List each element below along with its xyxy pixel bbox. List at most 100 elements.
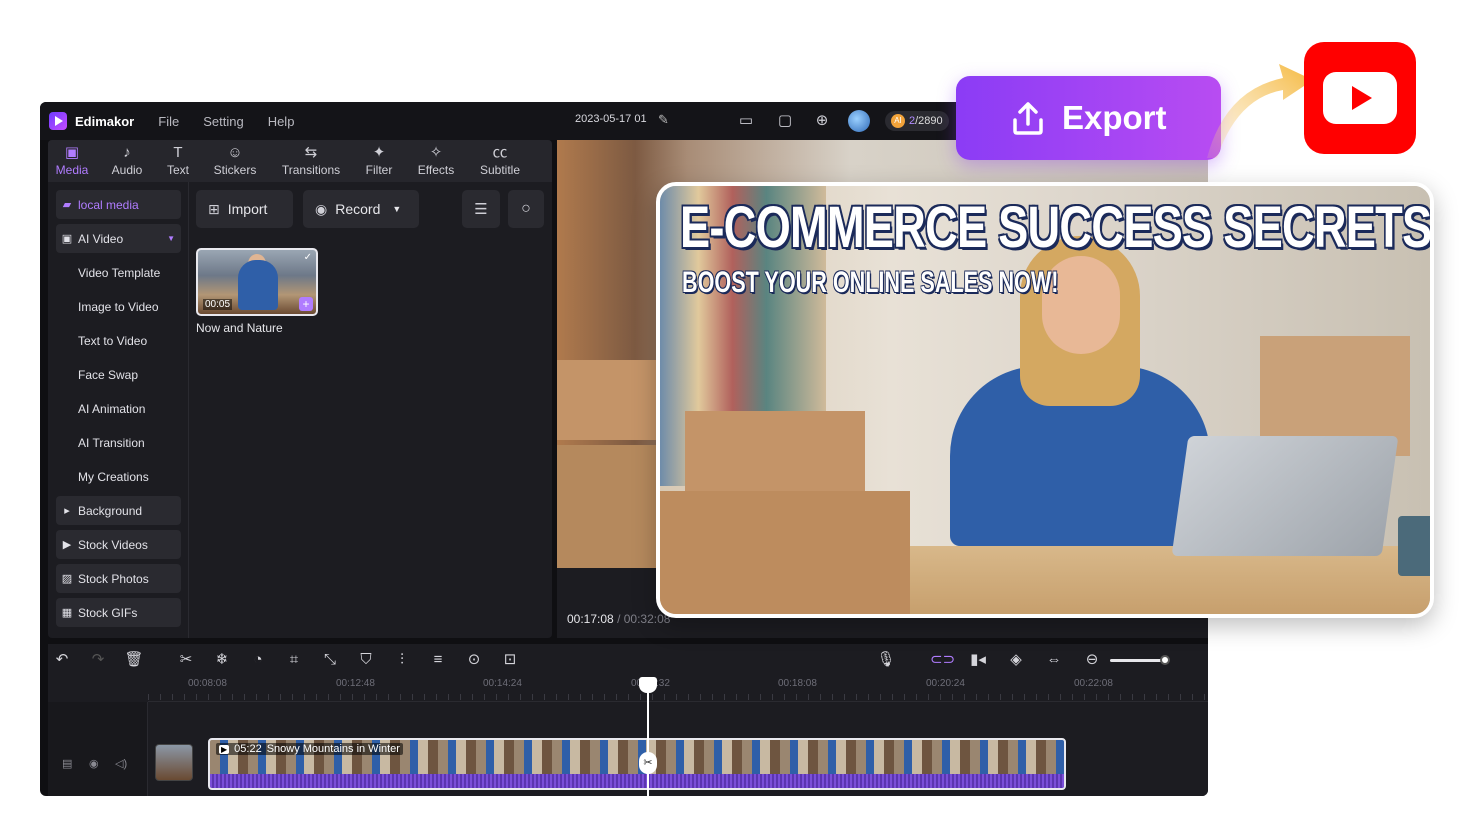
record-icon: ◉: [315, 200, 328, 217]
timeline-ruler[interactable]: [148, 676, 1208, 702]
mirror-icon[interactable]: ⫶: [392, 650, 412, 670]
sidebar-item-stock-gifs[interactable]: ▦ Stock GIFs: [56, 598, 181, 627]
clip-label: ▶ 05:22 Snowy Mountains in Winter: [216, 743, 403, 755]
project-name: 2023-05-17 01: [575, 113, 647, 125]
check-icon: ✓: [303, 252, 312, 263]
tab-label: Text: [166, 163, 189, 177]
text-to-speech-icon[interactable]: ⊡: [500, 650, 520, 670]
visibility-icon[interactable]: ◉: [89, 757, 99, 770]
avatar[interactable]: [848, 110, 870, 132]
sidebar-item-image-to-video[interactable]: Image to Video: [56, 292, 181, 321]
sidebar-item-local-media[interactable]: ▰ local media: [56, 190, 181, 219]
total-time: / 00:32:08: [617, 612, 671, 626]
crop-icon[interactable]: ⌗: [284, 650, 304, 670]
thumbnail-figure: [238, 260, 278, 310]
stabilize-icon[interactable]: ⊙: [464, 650, 484, 670]
current-time: 00:17:08: [567, 612, 614, 626]
mask-icon[interactable]: ⛉: [356, 650, 376, 670]
sidebar-item-video-template[interactable]: Video Template: [56, 258, 181, 287]
link-icon[interactable]: ⊂⊃: [930, 650, 955, 670]
sidebar-item-text-to-video[interactable]: Text to Video: [56, 326, 181, 355]
fit-icon[interactable]: ⇔: [1044, 650, 1064, 670]
ai-video-icon: ▣: [61, 233, 73, 245]
record-button[interactable]: ◉ Record ▼: [303, 190, 419, 228]
export-button[interactable]: Export: [956, 76, 1221, 160]
tab-effects[interactable]: ✧ Effects: [408, 140, 464, 182]
split-icon[interactable]: ✂: [176, 650, 196, 670]
add-to-timeline-icon[interactable]: +: [299, 297, 313, 311]
sidebar-item-ai-video[interactable]: ▣ AI Video ▼: [56, 224, 181, 253]
tab-stickers[interactable]: ☺ Stickers: [198, 140, 272, 182]
tab-filter[interactable]: ✦ Filter: [350, 140, 408, 182]
sidebar-item-label: Text to Video: [78, 333, 148, 348]
layout-icon[interactable]: ▭: [735, 110, 757, 132]
microphone-icon[interactable]: 🎙: [876, 650, 896, 670]
delete-icon[interactable]: 🗑: [124, 650, 144, 670]
scissors-icon[interactable]: ✂: [639, 752, 657, 774]
tab-subtitle[interactable]: ㏄ Subtitle: [464, 140, 536, 182]
sidebar-item-background[interactable]: ▸ Background: [56, 496, 181, 525]
download-icon[interactable]: ⊕: [811, 110, 833, 132]
sidebar-item-stock-photos[interactable]: ▨ Stock Photos: [56, 564, 181, 593]
track-type-icon[interactable]: ▤: [62, 757, 72, 770]
upload-icon: [1013, 102, 1043, 135]
track-header: ▤ ◉ ◁): [48, 702, 148, 796]
plus-icon: ⊞: [208, 200, 220, 217]
track-cover-thumbnail[interactable]: [155, 744, 193, 781]
sidebar-item-label: Stock Photos: [78, 571, 149, 586]
chevron-down-icon: ▼: [167, 234, 175, 243]
tab-text[interactable]: T Text: [158, 140, 198, 182]
menu-setting[interactable]: Setting: [203, 114, 243, 129]
menu-help[interactable]: Help: [268, 114, 295, 129]
playhead[interactable]: [647, 682, 649, 796]
sidebar-item-ai-transition[interactable]: AI Transition: [56, 428, 181, 457]
zoom-slider-handle[interactable]: [1160, 655, 1170, 665]
media-item-thumbnail[interactable]: ✓ 00:05 +: [196, 248, 318, 316]
effects-icon: ✧: [429, 144, 443, 161]
rename-pencil-icon[interactable]: ✎: [658, 112, 669, 128]
video-clip[interactable]: ▶ 05:22 Snowy Mountains in Winter: [208, 738, 1066, 790]
youtube-logo-icon: [1304, 42, 1416, 154]
split-track-icon[interactable]: ◈: [1006, 650, 1026, 670]
sidebar-item-label: Stock GIFs: [78, 605, 138, 620]
media-icon: ▣: [64, 144, 80, 161]
sidebar-item-my-creations[interactable]: My Creations: [56, 462, 181, 491]
freeze-icon[interactable]: ❄: [212, 650, 232, 670]
filter-icon: ✦: [372, 144, 386, 161]
speed-icon[interactable]: ◔: [248, 650, 268, 670]
redo-icon[interactable]: ↷: [88, 650, 108, 670]
zoom-out-icon[interactable]: ⊖: [1082, 650, 1102, 670]
tab-audio[interactable]: ♪ Audio: [96, 140, 158, 182]
sidebar-item-stock-videos[interactable]: ▶ Stock Videos: [56, 530, 181, 559]
timeline-panel: ↶ ↷ 🗑 ✂ ❄ ◔ ⌗ ⤡ ⛉ ⫶ ≡ ⊙ ⊡ 🎙 ⊂⊃ ▮◂ ◈ ⇔ ⊖ …: [48, 644, 1208, 796]
undo-icon[interactable]: ↶: [52, 650, 72, 670]
sidebar-item-label: My Creations: [78, 469, 149, 484]
sidebar-item-label: AI Transition: [78, 435, 145, 450]
sidebar-item-label: Background: [78, 503, 143, 518]
tab-media[interactable]: ▣ Media: [48, 140, 96, 182]
sidebar-item-face-swap[interactable]: Face Swap: [56, 360, 181, 389]
tab-transitions[interactable]: ⇆ Transitions: [272, 140, 350, 182]
search-button[interactable]: ○: [508, 190, 544, 228]
snap-icon[interactable]: ▮◂: [968, 650, 988, 670]
playhead-handle[interactable]: [639, 677, 657, 693]
sidebar-item-label: Image to Video: [78, 299, 159, 314]
sort-button[interactable]: ☰: [462, 190, 500, 228]
sidebar-item-ai-animation[interactable]: AI Animation: [56, 394, 181, 423]
feedback-icon[interactable]: ▢: [774, 110, 796, 132]
import-button[interactable]: ⊞ Import: [196, 190, 293, 228]
youtube-play-icon: [1323, 72, 1397, 124]
gif-icon: ▦: [61, 607, 73, 619]
media-sidebar: ▰ local media ▣ AI Video ▼ Video Template …: [48, 182, 189, 638]
sort-icon: ☰: [474, 201, 488, 218]
resize-icon[interactable]: ⤡: [320, 650, 340, 670]
tab-label: Subtitle: [479, 163, 521, 177]
credits-badge[interactable]: AI 2 /2890: [885, 111, 949, 131]
menu-file[interactable]: File: [158, 114, 179, 129]
mute-icon[interactable]: ◁): [115, 757, 127, 770]
clip-duration: 05:22: [234, 743, 262, 755]
align-icon[interactable]: ≡: [428, 650, 448, 670]
sidebar-item-label: Video Template: [78, 265, 161, 280]
ruler-tick: 00:12:48: [336, 678, 375, 689]
laptop: [1171, 436, 1399, 556]
